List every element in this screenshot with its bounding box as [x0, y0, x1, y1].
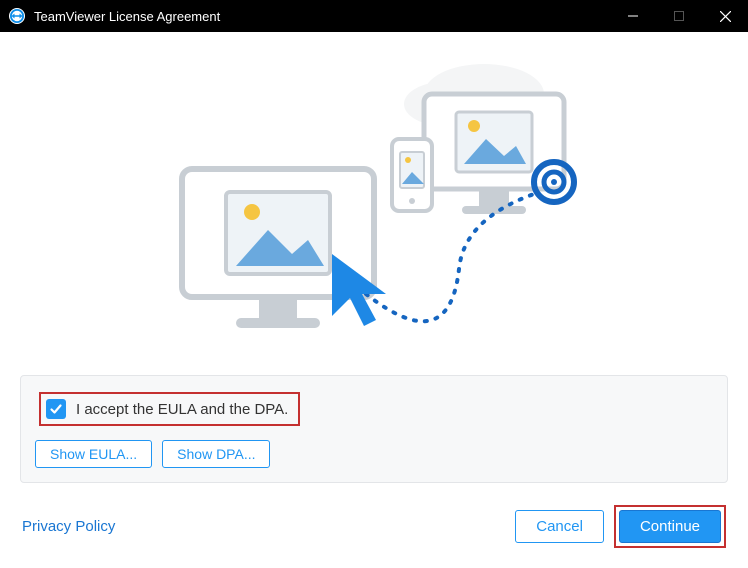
window-controls: [610, 0, 748, 32]
show-eula-button[interactable]: Show EULA...: [35, 440, 152, 468]
accept-checkbox[interactable]: [46, 399, 66, 419]
window-title: TeamViewer License Agreement: [34, 9, 610, 24]
titlebar: TeamViewer License Agreement: [0, 0, 748, 32]
teamviewer-icon: [8, 7, 26, 25]
close-button[interactable]: [702, 0, 748, 32]
cancel-button[interactable]: Cancel: [515, 510, 604, 543]
maximize-button: [656, 0, 702, 32]
highlight-annotation: I accept the EULA and the DPA.: [39, 392, 300, 426]
content-area: I accept the EULA and the DPA. Show EULA…: [0, 32, 748, 568]
show-dpa-button[interactable]: Show DPA...: [162, 440, 270, 468]
agreement-panel: I accept the EULA and the DPA. Show EULA…: [20, 375, 728, 483]
footer-row: Privacy Policy Cancel Continue: [20, 505, 728, 548]
highlight-annotation: Continue: [614, 505, 726, 548]
illustration: [20, 52, 728, 375]
continue-button[interactable]: Continue: [619, 510, 721, 543]
action-buttons: Cancel Continue: [515, 505, 726, 548]
accept-checkbox-row: I accept the EULA and the DPA.: [35, 388, 713, 430]
accept-checkbox-label: I accept the EULA and the DPA.: [76, 401, 288, 418]
show-buttons-row: Show EULA... Show DPA...: [35, 440, 713, 468]
minimize-button[interactable]: [610, 0, 656, 32]
privacy-policy-link[interactable]: Privacy Policy: [22, 518, 115, 535]
